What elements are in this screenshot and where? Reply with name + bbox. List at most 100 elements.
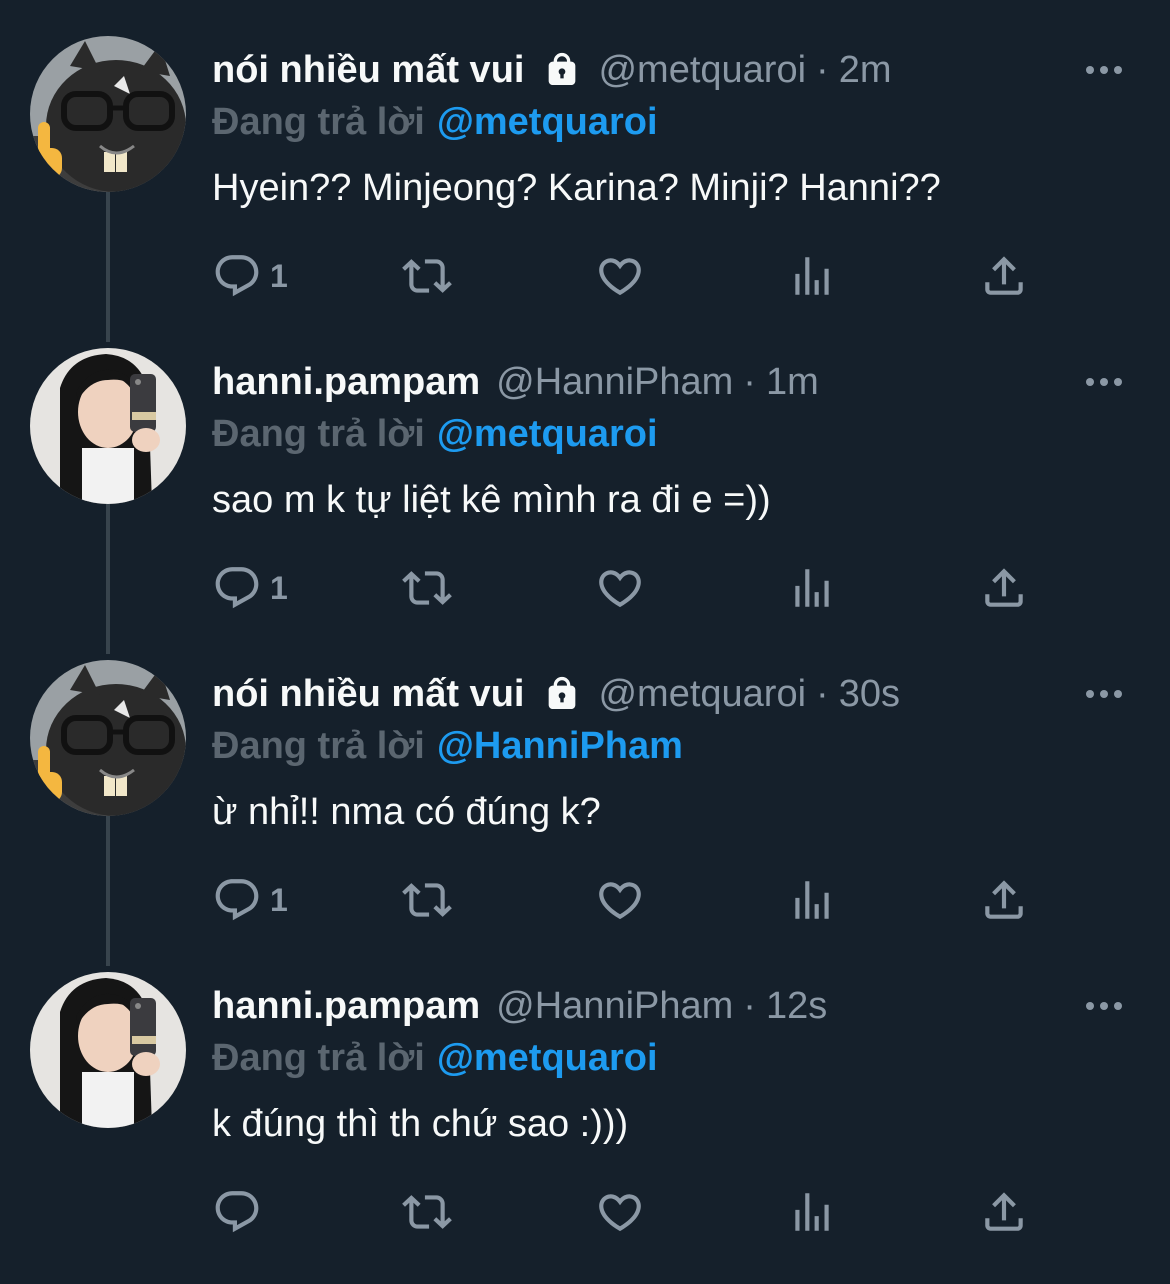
like-icon bbox=[599, 882, 641, 920]
tweet[interactable]: hanni.pampam @HanniPham · 12s Đang trả l… bbox=[0, 972, 1170, 1284]
reply-prefix: Đang trả lời bbox=[212, 101, 425, 143]
views-icon bbox=[795, 569, 829, 607]
share-button[interactable] bbox=[979, 246, 1029, 306]
reply-mention-link[interactable]: @metquaroi bbox=[437, 101, 658, 143]
views-icon bbox=[795, 257, 829, 295]
reply-icon bbox=[215, 255, 259, 297]
separator-dot: · bbox=[816, 49, 829, 91]
views-button[interactable] bbox=[787, 558, 837, 618]
reply-button[interactable]: 1 bbox=[212, 246, 288, 306]
avatar[interactable] bbox=[30, 660, 186, 816]
like-icon bbox=[599, 258, 641, 296]
share-button[interactable] bbox=[979, 558, 1029, 618]
reply-prefix: Đang trả lời bbox=[212, 413, 425, 455]
reply-button[interactable] bbox=[212, 1182, 270, 1242]
replying-to: Đang trả lời @metquaroi bbox=[212, 404, 658, 464]
display-name[interactable]: hanni.pampam bbox=[212, 978, 480, 1034]
replying-to: Đang trả lời @HanniPham bbox=[212, 716, 683, 776]
reply-button[interactable]: 1 bbox=[212, 558, 288, 618]
reply-icon bbox=[215, 879, 259, 921]
tweet-header: nói nhiều mất vui @metquaroi · 2m bbox=[212, 42, 891, 98]
more-icon[interactable] bbox=[1084, 372, 1124, 392]
share-icon bbox=[985, 256, 1023, 295]
retweet-button[interactable] bbox=[402, 1182, 452, 1242]
reply-prefix: Đang trả lời bbox=[212, 1037, 425, 1079]
handle[interactable]: @HanniPham bbox=[496, 978, 733, 1034]
share-icon bbox=[985, 880, 1023, 919]
avatar[interactable] bbox=[30, 36, 186, 192]
retweet-button[interactable] bbox=[402, 246, 452, 306]
tweet-text: sao m k tự liệt kê mình ra đi e =)) bbox=[212, 479, 771, 521]
handle[interactable]: @HanniPham bbox=[496, 354, 733, 410]
display-name[interactable]: hanni.pampam bbox=[212, 354, 480, 410]
tweet-text: Hyein?? Minjeong? Karina? Minji? Hanni?? bbox=[212, 167, 941, 209]
tweet-header: hanni.pampam @HanniPham · 12s bbox=[212, 978, 827, 1034]
views-button[interactable] bbox=[787, 870, 837, 930]
more-icon[interactable] bbox=[1084, 60, 1124, 80]
display-name[interactable]: nói nhiều mất vui bbox=[212, 42, 524, 98]
tweet[interactable]: hanni.pampam @HanniPham · 1m Đang trả lờ… bbox=[0, 348, 1170, 660]
avatar[interactable] bbox=[30, 972, 186, 1128]
handle[interactable]: @metquaroi bbox=[598, 42, 806, 98]
share-button[interactable] bbox=[979, 870, 1029, 930]
retweet-icon bbox=[402, 883, 452, 917]
separator-dot: · bbox=[743, 985, 756, 1027]
like-icon bbox=[599, 570, 641, 608]
like-button[interactable] bbox=[595, 870, 645, 930]
separator-dot: · bbox=[743, 361, 756, 403]
share-button[interactable] bbox=[979, 1182, 1029, 1242]
lock-icon bbox=[542, 50, 582, 90]
like-icon bbox=[599, 1194, 641, 1232]
reply-count: 1 bbox=[270, 569, 288, 606]
views-button[interactable] bbox=[787, 246, 837, 306]
share-icon bbox=[985, 568, 1023, 607]
more-icon[interactable] bbox=[1084, 996, 1124, 1016]
tweet-actions: 1 bbox=[212, 246, 1042, 306]
timestamp[interactable]: 1m bbox=[766, 354, 819, 410]
tweet-actions bbox=[212, 1182, 1042, 1242]
reply-icon bbox=[215, 567, 259, 609]
views-icon bbox=[795, 881, 829, 919]
reply-count: 1 bbox=[270, 881, 288, 918]
share-icon bbox=[985, 1192, 1023, 1231]
retweet-icon bbox=[402, 1195, 452, 1229]
like-button[interactable] bbox=[595, 558, 645, 618]
views-button[interactable] bbox=[787, 1182, 837, 1242]
retweet-icon bbox=[402, 571, 452, 605]
tweet-text: k đúng thì th chứ sao :))) bbox=[212, 1103, 629, 1145]
reply-mention-link[interactable]: @HanniPham bbox=[437, 725, 683, 767]
like-button[interactable] bbox=[595, 1182, 645, 1242]
tweet-actions: 1 bbox=[212, 870, 1042, 930]
girl-selfie-avatar bbox=[30, 972, 186, 1128]
reply-prefix: Đang trả lời bbox=[212, 725, 425, 767]
replying-to: Đang trả lời @metquaroi bbox=[212, 92, 658, 152]
lock-icon bbox=[542, 674, 582, 714]
cat-with-glasses-avatar bbox=[30, 660, 186, 816]
timestamp[interactable]: 2m bbox=[839, 42, 892, 98]
reply-count: 1 bbox=[270, 257, 288, 294]
tweet[interactable]: nói nhiều mất vui @metquaroi · 2m Đang t… bbox=[0, 36, 1170, 348]
tweet[interactable]: nói nhiều mất vui @metquaroi · 30s Đang … bbox=[0, 660, 1170, 972]
display-name[interactable]: nói nhiều mất vui bbox=[212, 666, 524, 722]
tweet-actions: 1 bbox=[212, 558, 1042, 618]
reply-button[interactable]: 1 bbox=[212, 870, 288, 930]
retweet-button[interactable] bbox=[402, 870, 452, 930]
reply-mention-link[interactable]: @metquaroi bbox=[437, 413, 658, 455]
like-button[interactable] bbox=[595, 246, 645, 306]
more-icon[interactable] bbox=[1084, 684, 1124, 704]
handle[interactable]: @metquaroi bbox=[598, 666, 806, 722]
tweet-header: nói nhiều mất vui @metquaroi · 30s bbox=[212, 666, 900, 722]
timestamp[interactable]: 12s bbox=[766, 978, 827, 1034]
reply-icon bbox=[215, 1191, 259, 1233]
separator-dot: · bbox=[816, 673, 829, 715]
retweet-icon bbox=[402, 259, 452, 293]
timestamp[interactable]: 30s bbox=[839, 666, 900, 722]
cat-with-glasses-avatar bbox=[30, 36, 186, 192]
retweet-button[interactable] bbox=[402, 558, 452, 618]
tweet-header: hanni.pampam @HanniPham · 1m bbox=[212, 354, 819, 410]
girl-selfie-avatar bbox=[30, 348, 186, 504]
views-icon bbox=[795, 1193, 829, 1231]
reply-mention-link[interactable]: @metquaroi bbox=[437, 1037, 658, 1079]
replying-to: Đang trả lời @metquaroi bbox=[212, 1028, 658, 1088]
avatar[interactable] bbox=[30, 348, 186, 504]
